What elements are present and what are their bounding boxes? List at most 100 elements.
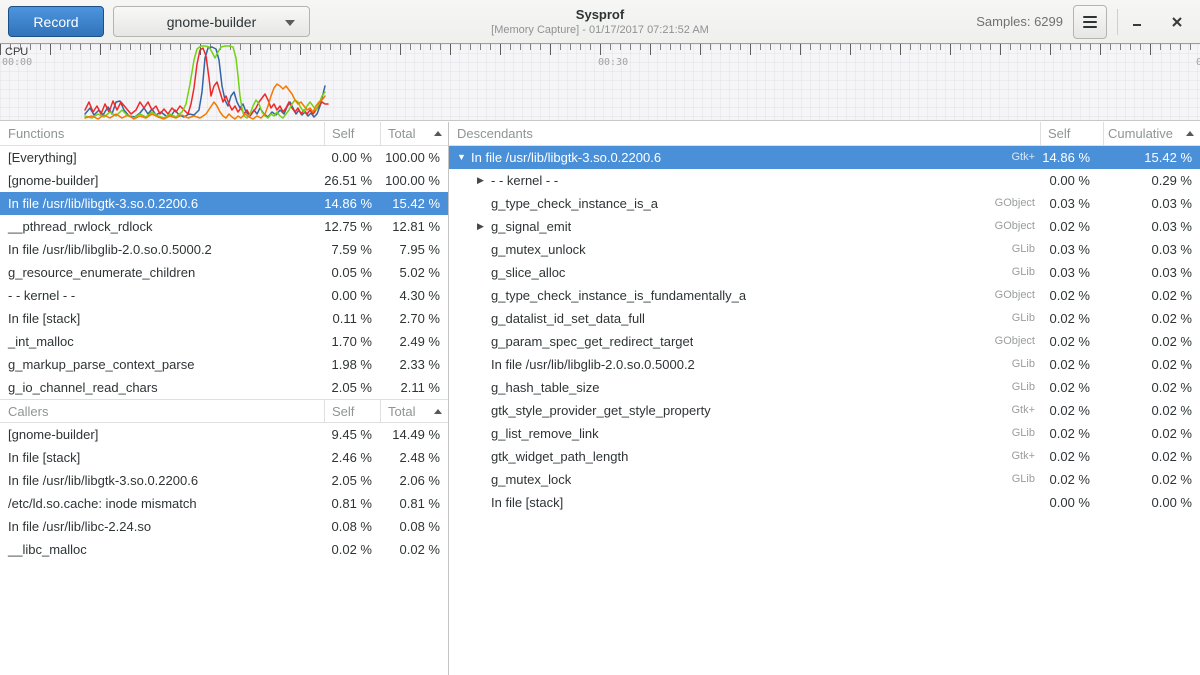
table-row[interactable]: In file /usr/lib/libc-2.24.so0.08 %0.08 … [0, 515, 448, 538]
symbol-name: g_type_check_instance_is_a [491, 192, 658, 215]
column-header-total[interactable]: Total [380, 400, 448, 422]
target-combo[interactable]: gnome-builder [113, 6, 310, 37]
tree-row[interactable]: g_list_remove_linkGLib0.02 %0.02 % [449, 422, 1200, 445]
target-combo-label: gnome-builder [167, 14, 257, 30]
tree-row[interactable]: g_hash_table_sizeGLib0.02 %0.02 % [449, 376, 1200, 399]
functions-callers-panel: Functions Self Total [Everything]0.00 %1… [0, 122, 448, 675]
column-header-total-label: Total [388, 400, 415, 423]
self-percent: 0.02 % [1040, 284, 1103, 307]
column-header-cumulative[interactable]: Cumulative [1103, 122, 1200, 145]
table-row[interactable]: [Everything]0.00 %100.00 % [0, 146, 448, 169]
cpu-graph[interactable]: CPU 00:00 00:30 01:00 [0, 44, 1200, 121]
callers-header: Callers Self Total [0, 399, 448, 423]
tree-cell: In file [stack] [449, 491, 1040, 514]
table-row[interactable]: In file /usr/lib/libgtk-3.so.0.2200.62.0… [0, 469, 448, 492]
expander-closed-icon[interactable]: ▶ [477, 169, 491, 192]
self-percent: 9.45 % [324, 423, 380, 446]
minimize-button[interactable] [1123, 8, 1151, 36]
expander-closed-icon[interactable]: ▶ [477, 215, 491, 238]
tree-row[interactable]: g_mutex_unlockGLib0.03 %0.03 % [449, 238, 1200, 261]
table-row[interactable]: _int_malloc1.70 %2.49 % [0, 330, 448, 353]
table-row[interactable]: __libc_malloc0.02 %0.02 % [0, 538, 448, 561]
table-row[interactable]: [gnome-builder]9.45 %14.49 % [0, 423, 448, 446]
column-header-descendants[interactable]: Descendants [449, 122, 1040, 145]
tree-row[interactable]: In file /usr/lib/libglib-2.0.so.0.5000.2… [449, 353, 1200, 376]
cumulative-percent: 0.03 % [1103, 215, 1200, 238]
function-name: [gnome-builder] [0, 423, 324, 446]
self-percent: 0.02 % [1040, 399, 1103, 422]
tree-row[interactable]: g_type_check_instance_is_fundamentally_a… [449, 284, 1200, 307]
column-header-self[interactable]: Self [1040, 122, 1103, 145]
column-header-functions[interactable]: Functions [0, 122, 324, 145]
tree-row[interactable]: ▶- - kernel - -0.00 %0.29 % [449, 169, 1200, 192]
function-name: In file /usr/lib/libc-2.24.so [0, 515, 324, 538]
close-button[interactable] [1163, 8, 1191, 36]
tree-row[interactable]: gtk_style_provider_get_style_propertyGtk… [449, 399, 1200, 422]
table-row[interactable]: In file [stack]0.11 %2.70 % [0, 307, 448, 330]
table-row[interactable]: /etc/ld.so.cache: inode mismatch0.81 %0.… [0, 492, 448, 515]
symbol-name: g_mutex_unlock [491, 238, 586, 261]
self-percent: 0.02 % [1040, 468, 1103, 491]
symbol-name: In file [stack] [491, 491, 563, 514]
self-percent: 0.03 % [1040, 261, 1103, 284]
samples-count: Samples: 6299 [976, 14, 1063, 29]
symbol-name: In file /usr/lib/libglib-2.0.so.0.5000.2 [491, 353, 695, 376]
table-row[interactable]: In file [stack]2.46 %2.48 % [0, 446, 448, 469]
tree-cell: ▼In file /usr/lib/libgtk-3.so.0.2200.6Gt… [449, 146, 1040, 169]
cumulative-percent: 15.42 % [1103, 146, 1200, 169]
cumulative-percent: 0.02 % [1103, 284, 1200, 307]
function-name: g_markup_parse_context_parse [0, 353, 324, 376]
table-row[interactable]: In file /usr/lib/libglib-2.0.so.0.5000.2… [0, 238, 448, 261]
category-tag: GLib [1002, 422, 1035, 445]
column-header-callers[interactable]: Callers [0, 400, 324, 422]
self-percent: 14.86 % [324, 192, 380, 215]
tree-cell: g_mutex_unlockGLib [449, 238, 1040, 261]
time-label-start: 00:00 [2, 57, 32, 68]
tree-row[interactable]: g_param_spec_get_redirect_targetGObject0… [449, 330, 1200, 353]
self-percent: 1.70 % [324, 330, 380, 353]
expander-open-icon[interactable]: ▼ [457, 146, 471, 169]
function-name: [Everything] [0, 146, 324, 169]
column-header-total[interactable]: Total [380, 122, 448, 145]
main-area: Functions Self Total [Everything]0.00 %1… [0, 122, 1200, 675]
self-percent: 2.05 % [324, 376, 380, 399]
tree-row[interactable]: g_datalist_id_set_data_fullGLib0.02 %0.0… [449, 307, 1200, 330]
tree-row[interactable]: gtk_widget_path_lengthGtk+0.02 %0.02 % [449, 445, 1200, 468]
tree-row[interactable]: ▶g_signal_emitGObject0.02 %0.03 % [449, 215, 1200, 238]
category-tag: GLib [1002, 376, 1035, 399]
symbol-name: g_hash_table_size [491, 376, 599, 399]
total-percent: 5.02 % [380, 261, 448, 284]
tree-row[interactable]: ▼In file /usr/lib/libgtk-3.so.0.2200.6Gt… [449, 146, 1200, 169]
tree-row[interactable]: g_mutex_lockGLib0.02 %0.02 % [449, 468, 1200, 491]
table-row[interactable]: [gnome-builder]26.51 %100.00 % [0, 169, 448, 192]
table-row[interactable]: In file /usr/lib/libgtk-3.so.0.2200.614.… [0, 192, 448, 215]
sort-ascending-icon [434, 131, 442, 136]
tree-cell: g_type_check_instance_is_aGObject [449, 192, 1040, 215]
function-name: _int_malloc [0, 330, 324, 353]
symbol-name: In file /usr/lib/libgtk-3.so.0.2200.6 [471, 146, 661, 169]
self-percent: 0.81 % [324, 492, 380, 515]
table-row[interactable]: g_resource_enumerate_children0.05 %5.02 … [0, 261, 448, 284]
tree-row[interactable]: g_type_check_instance_is_aGObject0.03 %0… [449, 192, 1200, 215]
self-percent: 0.00 % [324, 146, 380, 169]
record-button[interactable]: Record [8, 6, 104, 37]
tree-cell: gtk_style_provider_get_style_propertyGtk… [449, 399, 1040, 422]
table-row[interactable]: __pthread_rwlock_rdlock12.75 %12.81 % [0, 215, 448, 238]
column-header-self[interactable]: Self [324, 400, 380, 422]
self-percent: 0.02 % [324, 538, 380, 561]
menu-button[interactable] [1073, 5, 1107, 39]
total-percent: 12.81 % [380, 215, 448, 238]
table-row[interactable]: g_markup_parse_context_parse1.98 %2.33 % [0, 353, 448, 376]
tree-row[interactable]: In file [stack]0.00 %0.00 % [449, 491, 1200, 514]
self-percent: 2.46 % [324, 446, 380, 469]
category-tag: GLib [1002, 261, 1035, 284]
function-name: In file /usr/lib/libgtk-3.so.0.2200.6 [0, 469, 324, 492]
sort-ascending-icon [434, 409, 442, 414]
descendants-panel: Descendants Self Cumulative ▼In file /us… [449, 122, 1200, 675]
symbol-name: g_list_remove_link [491, 422, 599, 445]
tree-row[interactable]: g_slice_allocGLib0.03 %0.03 % [449, 261, 1200, 284]
table-row[interactable]: - - kernel - -0.00 %4.30 % [0, 284, 448, 307]
table-row[interactable]: g_io_channel_read_chars2.05 %2.11 % [0, 376, 448, 399]
category-tag: GLib [1002, 353, 1035, 376]
column-header-self[interactable]: Self [324, 122, 380, 145]
